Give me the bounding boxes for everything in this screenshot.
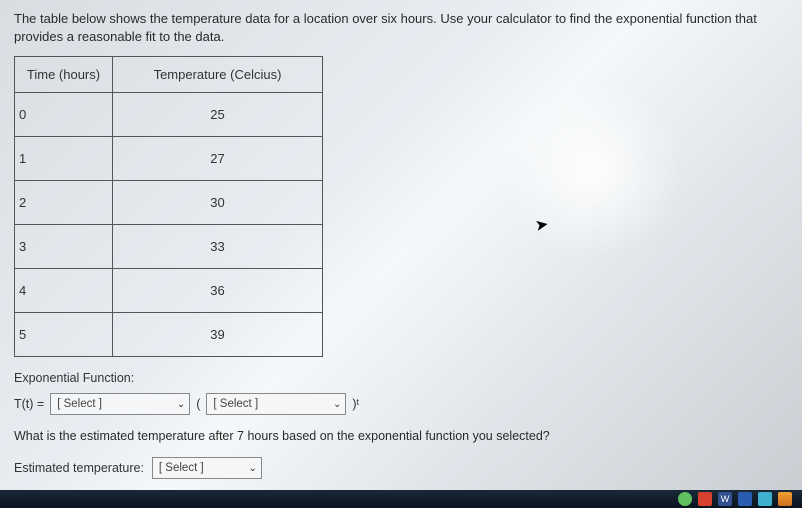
taskbar-word-icon[interactable]: W [718, 492, 732, 506]
select-placeholder: [ Select ] [213, 398, 258, 410]
mouse-cursor-icon: ➤ [533, 214, 550, 236]
coefficient-select[interactable]: [ Select ] ⌄ [50, 393, 190, 415]
estimate-label: Estimated temperature: [14, 461, 144, 475]
exponential-function-label: Exponential Function: [14, 371, 788, 385]
cell-time: 3 [15, 225, 112, 268]
function-lhs: T(t) = [14, 397, 44, 411]
data-table: Time (hours) Temperature (Celcius) 0 2 5 … [14, 56, 323, 357]
cell-time: 1 [15, 137, 112, 180]
header-temp: Temperature (Celcius) [113, 57, 322, 92]
cell-temp: 39 [113, 313, 322, 356]
cell-temp: 33 [113, 225, 322, 268]
header-time: Time (hours) [15, 57, 112, 92]
chevron-down-icon: ⌄ [249, 463, 257, 474]
problem-statement: The table below shows the temperature da… [14, 10, 788, 46]
taskbar-icon[interactable] [778, 492, 792, 506]
estimate-row: Estimated temperature: [ Select ] ⌄ [14, 457, 788, 479]
estimate-select[interactable]: [ Select ] ⌄ [152, 457, 262, 479]
taskbar-icon[interactable] [758, 492, 772, 506]
function-tail: )ᵗ [352, 397, 359, 411]
cell-time: 2 [15, 181, 112, 224]
select-placeholder: [ Select ] [57, 398, 102, 410]
cell-time: 4 [15, 269, 112, 312]
taskbar-icon[interactable] [678, 492, 692, 506]
paren-open: ( [196, 397, 200, 411]
chevron-down-icon: ⌄ [177, 399, 185, 410]
taskbar-icon[interactable] [738, 492, 752, 506]
screen-glare [502, 80, 682, 260]
base-select[interactable]: [ Select ] ⌄ [206, 393, 346, 415]
table-row: 2 30 [15, 181, 323, 225]
chevron-down-icon: ⌄ [333, 399, 341, 410]
table-row: 3 33 [15, 225, 323, 269]
function-input-row: T(t) = [ Select ] ⌄ ( [ Select ] ⌄ )ᵗ [14, 393, 788, 415]
windows-taskbar[interactable]: W [0, 490, 802, 508]
cell-temp: 36 [113, 269, 322, 312]
cell-temp: 25 [113, 93, 322, 136]
table-row: 5 39 [15, 313, 323, 357]
table-row: 4 36 [15, 269, 323, 313]
select-placeholder: [ Select ] [159, 462, 204, 474]
taskbar-icon[interactable] [698, 492, 712, 506]
table-row: 0 25 [15, 93, 323, 137]
cell-time: 0 [15, 93, 112, 136]
table-header-row: Time (hours) Temperature (Celcius) [15, 57, 323, 93]
followup-question: What is the estimated temperature after … [14, 429, 788, 443]
cell-temp: 30 [113, 181, 322, 224]
table-row: 1 27 [15, 137, 323, 181]
cell-time: 5 [15, 313, 112, 356]
cell-temp: 27 [113, 137, 322, 180]
